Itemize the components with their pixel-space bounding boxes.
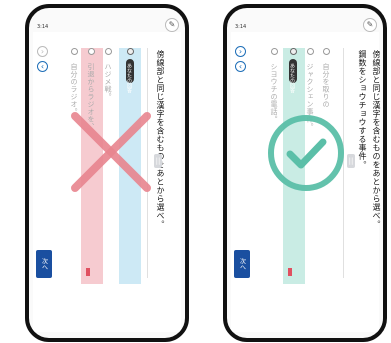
option-radio[interactable] (70, 48, 78, 55)
chevron-right-icon[interactable]: › (235, 46, 246, 57)
status-time: 3:14 (235, 24, 247, 30)
option-2[interactable]: 引退からラジオを、 (86, 48, 96, 131)
option-label: シヨウチの電話。 (270, 63, 278, 123)
option-radio[interactable] (87, 48, 95, 55)
chevron-right-icon[interactable]: › (37, 46, 48, 57)
chevron-left-icon[interactable]: ‹ (235, 61, 246, 72)
phone-frame-incorrect: 3:14 ✎ › ‹ 傍線部と同じ漢字を含むものをあとから選べ。 || 自分のラ… (25, 4, 189, 342)
question-prompt: 傍線部と同じ漢字を含むものをあとから選べ。 (372, 50, 381, 229)
answer-badge-label: あなたの回答 (289, 63, 295, 93)
option-radio[interactable] (270, 48, 278, 55)
next-button[interactable]: 次へ (36, 250, 52, 278)
divider (147, 48, 148, 278)
question-sentence: 鋼数をショウチョウする事件。 (358, 50, 367, 169)
option-1[interactable]: 自分のラジオ。 (69, 48, 79, 116)
marker (288, 268, 292, 276)
pencil-icon[interactable]: ✎ (363, 18, 377, 32)
option-radio[interactable] (306, 48, 314, 55)
divider (343, 48, 344, 278)
option-label: 引退からラジオを、 (87, 63, 95, 131)
option-radio[interactable] (289, 48, 297, 55)
option-3[interactable]: ジャクシェン事件。 (305, 48, 315, 131)
option-4[interactable]: 自分を取りの (321, 48, 331, 108)
status-time: 3:14 (37, 24, 49, 30)
phone-frame-correct: 3:14 ✎ › ‹ 傍線部と同じ漢字を含むものをあとから選べ。 鋼数をショウチ… (223, 4, 387, 342)
option-radio[interactable] (322, 48, 330, 55)
drag-handle[interactable]: || (154, 154, 162, 168)
option-label: ハジメ戦。 (104, 63, 112, 101)
answer-badge-label: あなたの回答 (126, 63, 132, 93)
option-3[interactable]: ハジメ戦。 (103, 48, 113, 101)
drag-handle[interactable]: || (347, 154, 355, 168)
next-button[interactable]: 次へ (234, 250, 250, 278)
option-label: ジャクシェン事件。 (306, 63, 314, 131)
marker (86, 268, 90, 276)
chevron-left-icon[interactable]: ‹ (37, 61, 48, 72)
option-label: 自分を取りの (322, 63, 330, 108)
option-label: 自分のラジオ。 (70, 63, 78, 116)
pencil-icon[interactable]: ✎ (165, 18, 179, 32)
option-radio[interactable] (104, 48, 112, 55)
option-radio[interactable] (126, 48, 134, 55)
question-prompt: 傍線部と同じ漢字を含むものをあとから選べ。 (156, 50, 165, 229)
option-1[interactable]: シヨウチの電話。 (269, 48, 279, 123)
